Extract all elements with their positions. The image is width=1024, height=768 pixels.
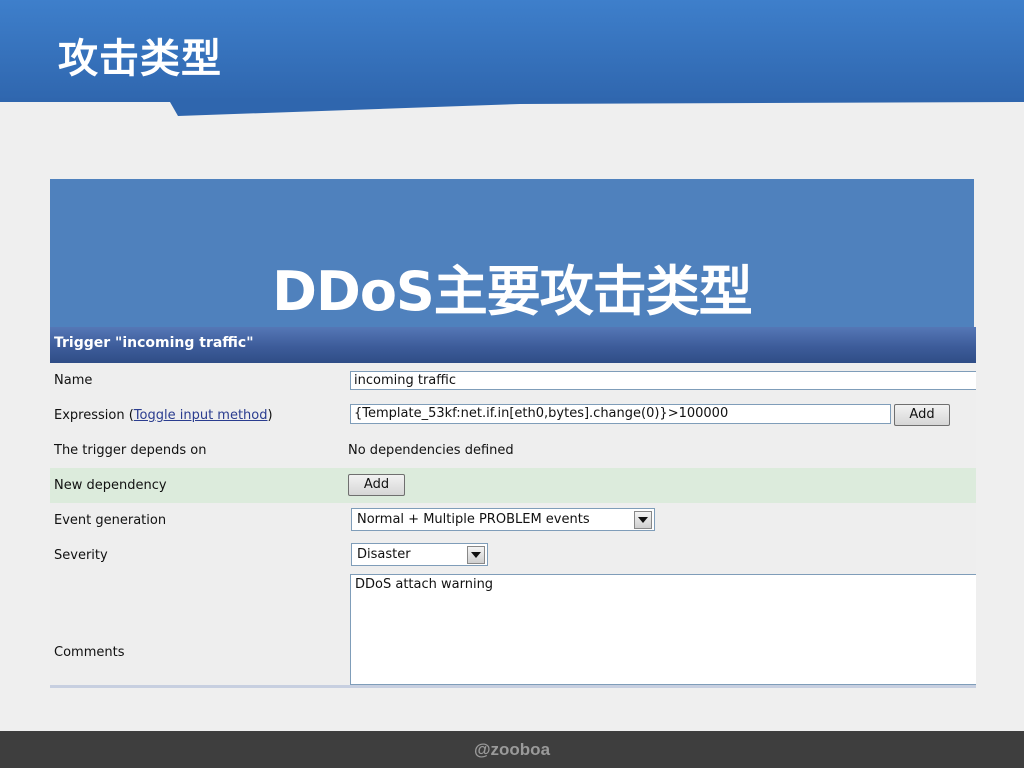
new-dependency-add-button[interactable]: Add bbox=[348, 474, 405, 496]
banner-title: DDoS主要攻击类型 bbox=[272, 260, 753, 323]
name-row: Name incoming traffic bbox=[50, 363, 976, 398]
expression-row: Expression (Toggle input method) {Templa… bbox=[50, 398, 976, 433]
toggle-input-method-link[interactable]: Toggle input method bbox=[134, 408, 268, 423]
expression-label: Expression bbox=[54, 408, 125, 423]
form-title: Trigger "incoming traffic" bbox=[54, 335, 254, 351]
dropdown-arrow-icon[interactable] bbox=[634, 511, 652, 529]
form-header: Trigger "incoming traffic" bbox=[50, 327, 976, 363]
expression-input[interactable]: {Template_53kf:net.if.in[eth0,bytes].cha… bbox=[350, 404, 891, 424]
comments-textarea[interactable]: DDoS attach warning bbox=[350, 574, 976, 685]
new-dependency-row: New dependency Add bbox=[50, 468, 976, 503]
severity-row: Severity Disaster bbox=[50, 538, 976, 573]
name-label: Name bbox=[54, 373, 93, 388]
severity-select[interactable]: Disaster bbox=[351, 543, 488, 566]
footer-handle: @zooboa bbox=[473, 740, 551, 759]
paren-close: ) bbox=[267, 408, 273, 423]
event-generation-label: Event generation bbox=[54, 513, 167, 528]
event-generation-selected: Normal + Multiple PROBLEM events bbox=[357, 512, 590, 527]
dropdown-arrow-icon[interactable] bbox=[467, 546, 485, 564]
name-input[interactable]: incoming traffic bbox=[350, 371, 976, 390]
slide-title: 攻击类型 bbox=[58, 36, 222, 82]
new-dependency-label: New dependency bbox=[54, 478, 167, 493]
severity-selected: Disaster bbox=[357, 547, 411, 562]
depends-on-label: The trigger depends on bbox=[54, 443, 207, 458]
event-generation-row: Event generation Normal + Multiple PROBL… bbox=[50, 503, 976, 538]
section-banner: DDoS主要攻击类型 bbox=[50, 179, 974, 328]
severity-label: Severity bbox=[54, 548, 108, 563]
slide-footer: @zooboa bbox=[0, 731, 1024, 768]
depends-on-row: The trigger depends on No dependencies d… bbox=[50, 433, 976, 468]
event-generation-select[interactable]: Normal + Multiple PROBLEM events bbox=[351, 508, 655, 531]
expression-add-button[interactable]: Add bbox=[894, 404, 950, 426]
comments-label: Comments bbox=[54, 645, 125, 660]
depends-on-value: No dependencies defined bbox=[348, 443, 514, 458]
expression-label-group: Expression (Toggle input method) bbox=[54, 408, 273, 423]
comments-row: Comments DDoS attach warning bbox=[50, 573, 976, 685]
trigger-form: Trigger "incoming traffic" Name incoming… bbox=[50, 327, 976, 688]
